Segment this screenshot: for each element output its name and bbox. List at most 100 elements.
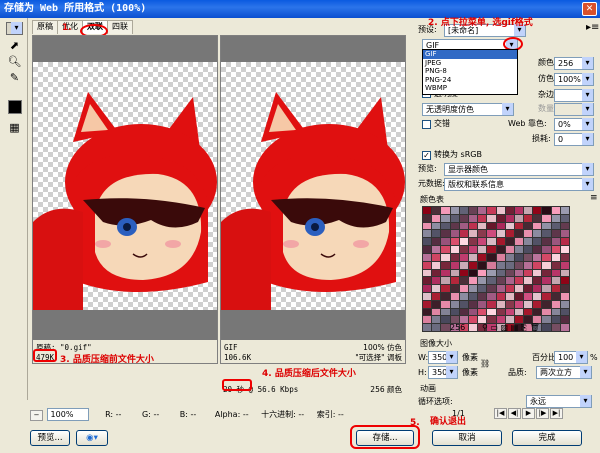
original-image-canvas[interactable] [33,62,217,310]
interlaced-checkbox[interactable] [422,120,431,129]
color-swatch[interactable] [496,222,505,230]
color-swatch[interactable] [450,230,459,238]
color-swatch[interactable] [432,207,441,214]
color-swatch[interactable] [524,277,533,285]
zoom-select[interactable]: 100% [46,408,89,421]
color-swatch[interactable] [551,222,560,230]
color-swatch[interactable] [533,207,542,214]
height-input[interactable]: 350 [428,366,458,379]
zoom-tool-icon[interactable]: 🔍︎ [6,54,23,69]
srgb-checkbox[interactable]: ✓ [422,151,431,160]
color-swatch[interactable] [487,253,496,261]
color-swatch[interactable] [478,300,487,308]
color-swatch[interactable] [542,324,551,331]
color-swatch[interactable] [551,324,560,331]
color-swatch[interactable] [423,222,432,230]
next-frame-icon[interactable]: |▶ [536,408,549,419]
quality-select[interactable]: 两次立方 [536,366,592,379]
metadata-select[interactable]: 版权和联系信息 [444,178,594,191]
color-swatch[interactable] [533,222,542,230]
color-swatch[interactable] [542,230,551,238]
amount-select[interactable] [554,103,594,116]
color-swatch[interactable] [441,261,450,269]
color-swatch[interactable] [560,308,569,316]
color-swatch[interactable] [432,308,441,316]
color-swatch[interactable] [450,292,459,300]
color-swatch[interactable] [423,269,432,277]
color-swatch[interactable] [542,292,551,300]
color-swatch[interactable] [487,285,496,292]
color-swatch[interactable] [514,269,524,277]
color-swatch[interactable] [496,253,505,261]
eyedropper-icon[interactable]: ✎ [6,70,23,85]
color-swatch[interactable] [542,238,551,246]
color-swatch[interactable] [468,324,478,331]
color-swatch[interactable] [478,261,487,269]
color-swatch[interactable] [478,277,487,285]
done-button[interactable]: 完成 [512,430,582,446]
color-swatch[interactable] [432,261,441,269]
slice-select-icon[interactable]: ⬈ [6,38,23,53]
browser-select-button[interactable]: ◉▾ [76,430,108,446]
color-swatch[interactable] [524,292,533,300]
color-swatch[interactable] [423,214,432,222]
color-swatch[interactable] [560,230,569,238]
color-swatch[interactable] [450,269,459,277]
color-swatch[interactable] [551,285,560,292]
color-swatch[interactable] [505,285,514,292]
color-swatch[interactable] [514,214,524,222]
color-swatch[interactable] [542,253,551,261]
color-swatch[interactable] [423,238,432,246]
color-swatch[interactable] [533,269,542,277]
color-swatch[interactable] [542,269,551,277]
color-swatch[interactable] [524,246,533,253]
color-swatch[interactable] [505,261,514,269]
color-swatch[interactable] [432,214,441,222]
color-swatch[interactable] [450,261,459,269]
color-swatch[interactable] [478,230,487,238]
color-swatch[interactable] [468,253,478,261]
color-swatch[interactable] [450,222,459,230]
play-icon[interactable]: ▶ [522,408,535,419]
color-swatch[interactable] [551,277,560,285]
color-swatch[interactable] [524,300,533,308]
color-swatch[interactable] [496,285,505,292]
color-swatch[interactable] [514,300,524,308]
color-swatch[interactable] [496,246,505,253]
color-swatch[interactable] [459,253,468,261]
color-swatch[interactable] [514,261,524,269]
color-swatch[interactable] [560,269,569,277]
color-swatch[interactable] [551,292,560,300]
color-swatch[interactable] [524,214,533,222]
color-swatch[interactable] [441,285,450,292]
color-swatch[interactable] [423,324,432,331]
color-swatch[interactable] [478,246,487,253]
color-swatch[interactable] [441,222,450,230]
color-swatch[interactable] [468,300,478,308]
color-swatch[interactable] [524,207,533,214]
color-swatch[interactable] [505,308,514,316]
color-swatch[interactable] [450,285,459,292]
color-swatch[interactable] [533,300,542,308]
color-swatch[interactable] [560,222,569,230]
color-swatch[interactable] [432,285,441,292]
color-swatch[interactable] [551,207,560,214]
color-swatch[interactable] [551,246,560,253]
color-swatch[interactable] [468,292,478,300]
color-swatch[interactable] [487,230,496,238]
color-swatch[interactable] [533,246,542,253]
color-swatch[interactable] [560,277,569,285]
color-swatch[interactable] [450,238,459,246]
color-swatch[interactable] [478,238,487,246]
color-swatch[interactable] [496,261,505,269]
color-swatch[interactable] [441,253,450,261]
color-swatch[interactable] [468,308,478,316]
color-swatch[interactable] [496,277,505,285]
color-swatch[interactable] [441,308,450,316]
color-swatch[interactable] [441,238,450,246]
color-swatch[interactable] [468,261,478,269]
color-swatch[interactable] [432,324,441,331]
color-swatch[interactable] [560,207,569,214]
color-swatch[interactable] [450,207,459,214]
color-swatch[interactable] [459,238,468,246]
